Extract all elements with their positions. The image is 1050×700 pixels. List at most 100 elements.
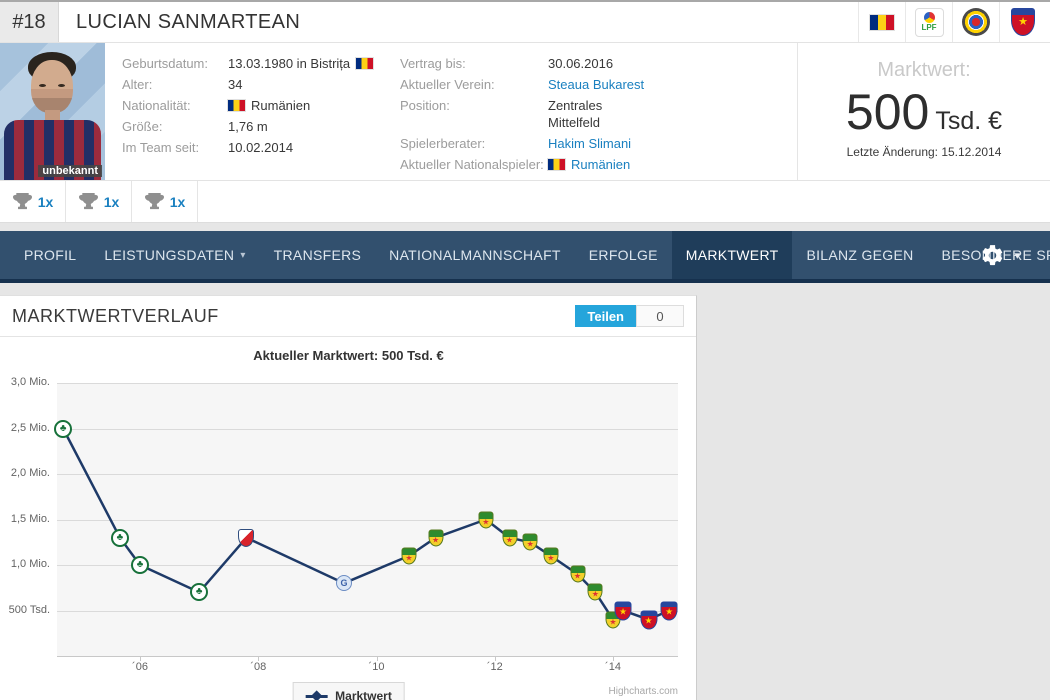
star-icon: ★: [573, 571, 582, 581]
info-row: Spielerberater: Hakim Slimani: [400, 135, 644, 152]
chevron-down-icon: ▾: [240, 249, 246, 261]
info-row: Geburtsdatum: 13.03.1980 in Bistrița: [122, 55, 374, 72]
trophy-cell-3[interactable]: 1x: [132, 181, 198, 222]
info-row: Im Team seit: 10.02.2014: [122, 139, 373, 156]
legend-label: Marktwert: [335, 689, 392, 700]
info-label: Geburtsdatum:: [122, 56, 208, 71]
frf-logo-cell[interactable]: [952, 2, 999, 42]
info-label: Spielerberater:: [400, 136, 486, 151]
info-value: Rumänien: [228, 97, 310, 114]
marker-panathinaikos-crest[interactable]: ♣: [190, 583, 209, 602]
info-row: Aktueller Nationalspieler: Rumänien: [400, 156, 644, 173]
info-value[interactable]: Rumänien: [548, 156, 630, 173]
market-value-box: Marktwert: 500 Tsd. € Letzte Änderung: 15…: [797, 43, 1050, 180]
page-title: LUCIAN SANMARTEAN: [76, 10, 301, 33]
nav-item-label: PROFIL: [24, 247, 77, 263]
star-icon: ★: [644, 615, 653, 626]
info-column-2: Vertrag bis: 30.06.2016 Aktueller Verein: S…: [400, 55, 644, 177]
trophy-icon: [144, 192, 165, 211]
info-row: Größe: 1,76 m: [122, 118, 373, 135]
nav-items: PROFIL LEISTUNGSDATEN ▾ TRANSFERS NATIONALMA…: [0, 231, 1050, 279]
nav-item-label: LEISTUNGSDATEN: [104, 247, 235, 263]
ball-icon: [923, 12, 935, 23]
market-value-chart: Aktueller Marktwert: 500 Tsd. € Marktwer…: [0, 337, 697, 700]
romania-flag-icon: [870, 14, 894, 30]
star-icon: ★: [405, 553, 413, 563]
star-icon: ★: [505, 535, 514, 545]
info-row: Position: Zentrales Mittelfeld: [400, 97, 644, 131]
chart-credit[interactable]: Highcharts.com: [609, 686, 678, 697]
nav-item-label: TRANSFERS: [273, 247, 362, 263]
header-bar: #18 LUCIAN SANMARTEAN LPF ★: [0, 2, 1050, 43]
player-info-section: unbekannt Geburtsdatum: 13.03.1980 in Bis…: [0, 43, 1050, 181]
star-icon: ★: [526, 539, 534, 549]
steaua-crest-cell[interactable]: ★: [999, 2, 1046, 42]
marker-gloria-crest[interactable]: G: [336, 575, 352, 592]
player-photo: unbekannt: [0, 43, 105, 180]
nav-item-erfolge[interactable]: ERFOLGE: [575, 231, 672, 279]
info-value: 34: [228, 77, 243, 92]
info-value: 30.06.2016: [548, 56, 614, 71]
info-label: Alter:: [122, 77, 153, 92]
nav-item-profil[interactable]: PROFIL: [10, 231, 90, 279]
romania-flag-icon: [548, 159, 565, 170]
marker-panathinaikos-crest[interactable]: ♣: [131, 556, 149, 574]
trophy-cell-1[interactable]: 1x: [0, 181, 66, 222]
info-label: Aktueller Nationalspieler:: [400, 157, 544, 172]
nav-item-marktwert[interactable]: MARKTWERT: [671, 231, 793, 279]
legend-marker-icon: [305, 694, 328, 698]
marktwert-line: [61, 427, 670, 621]
section-title: MARKTWERTVERLAUF: [12, 305, 219, 326]
trophy-count: 1x: [103, 193, 120, 210]
trophy-cell-2[interactable]: 1x: [66, 181, 132, 222]
nav-item-label: BILANZ GEGEN: [806, 247, 914, 263]
nav-item-leistungsdaten[interactable]: LEISTUNGSDATEN ▾: [90, 231, 259, 279]
trophy-count: 1x: [169, 193, 186, 210]
info-value: 13.03.1980 in Bistrița: [228, 55, 374, 72]
romania-flag-icon: [228, 100, 245, 111]
info-value[interactable]: Steaua Bukarest: [548, 76, 644, 93]
settings-menu[interactable]: ▾: [980, 231, 1020, 279]
marker-panathinaikos-crest[interactable]: ♣: [54, 419, 73, 438]
nav-item-transfers[interactable]: TRANSFERS: [260, 231, 376, 279]
share-widget: Teilen 0: [575, 305, 684, 327]
gear-icon: [980, 243, 1005, 268]
romania-flag-icon: [356, 58, 374, 69]
share-button[interactable]: Teilen: [575, 305, 636, 327]
market-value-unit: Tsd. €: [935, 107, 1003, 135]
info-label: Vertrag bis:: [400, 56, 466, 71]
romania-flag-cell[interactable]: [858, 2, 905, 42]
nav-item-bilanz-gegen[interactable]: BILANZ GEGEN: [792, 231, 927, 279]
star-icon: ★: [591, 589, 599, 599]
card-header: MARKTWERTVERLAUF Teilen 0: [0, 296, 696, 337]
star-icon: ★: [609, 617, 617, 627]
photo-face: [31, 60, 73, 113]
trophy-icon: [78, 192, 99, 211]
star-icon: ★: [547, 553, 555, 563]
photo-eye: [58, 84, 65, 87]
chart-legend[interactable]: Marktwert: [292, 682, 405, 700]
market-value-last-change: Letzte Änderung: 15.12.2014: [846, 145, 1002, 159]
info-label: Im Team seit:: [122, 140, 200, 155]
shirt-number: #18: [0, 2, 59, 42]
star-icon: ★: [482, 517, 490, 526]
market-value-number: 500: [845, 84, 930, 140]
star-icon: ★: [665, 606, 674, 617]
nav-item-nationalmannschaft[interactable]: NATIONALMANNSCHAFT: [375, 231, 575, 279]
star-icon: ★: [432, 535, 440, 545]
frf-logo-icon: [962, 8, 990, 36]
star-icon: ★: [619, 606, 628, 617]
info-value[interactable]: Hakim Slimani: [548, 135, 631, 152]
info-value: Zentrales Mittelfeld: [548, 98, 603, 130]
lpf-logo-cell[interactable]: LPF: [905, 2, 952, 42]
marker-panathinaikos-crest[interactable]: ♣: [110, 528, 129, 547]
photo-caption: unbekannt: [38, 165, 102, 177]
nav-item-label: MARKTWERT: [685, 247, 779, 263]
share-count[interactable]: 0: [636, 305, 684, 327]
trophy-row: 1x 1x 1x: [0, 181, 1050, 223]
info-value: 1,76 m: [228, 119, 268, 134]
main-nav: PROFIL LEISTUNGSDATEN ▾ TRANSFERS NATIONALMA…: [0, 231, 1050, 283]
trophy-icon: [12, 192, 33, 211]
player-profile-page: #18 LUCIAN SANMARTEAN LPF ★ unbekannt Geb…: [0, 0, 1050, 700]
info-row: Vertrag bis: 30.06.2016: [400, 55, 644, 72]
